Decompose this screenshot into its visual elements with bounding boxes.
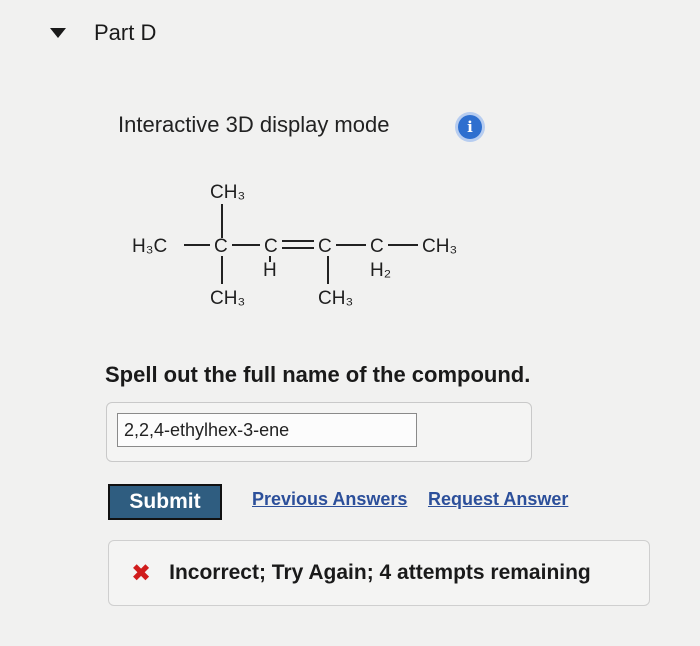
c3-label: C: [264, 236, 278, 257]
display-mode-row: Interactive 3D display mode: [118, 112, 389, 138]
c5-label: C: [370, 236, 384, 257]
previous-answers-link[interactable]: Previous Answers: [252, 489, 407, 510]
submit-button[interactable]: Submit: [108, 484, 222, 520]
bottom-ch3-c2: CH₃: [210, 288, 245, 309]
bottom-ch3-c4: CH₃: [318, 288, 353, 309]
x-icon: ✖: [131, 559, 152, 587]
answer-input[interactable]: [117, 413, 417, 447]
feedback-box: ✖ Incorrect; Try Again; 4 attempts remai…: [108, 540, 650, 606]
end-ch3: CH₃: [422, 236, 457, 257]
feedback-text: Incorrect; Try Again; 4 attempts remaini…: [169, 561, 591, 584]
display-mode-label: Interactive 3D display mode: [118, 112, 390, 137]
answer-container: [106, 402, 532, 462]
collapse-caret-icon[interactable]: [50, 28, 66, 38]
h3c-label: H₃C: [132, 236, 167, 257]
c3-h-label: H: [263, 260, 277, 281]
info-icon[interactable]: i: [458, 115, 482, 139]
request-answer-link[interactable]: Request Answer: [428, 489, 568, 510]
part-title: Part D: [94, 20, 157, 45]
c4-label: C: [318, 236, 332, 257]
c2-label: C: [214, 236, 228, 257]
part-header[interactable]: Part D: [50, 18, 156, 48]
c5-h2-label: H₂: [370, 260, 391, 281]
structural-formula: CH₃ H₃C C C H C C H₂ CH₃ CH₃ CH₃: [132, 182, 457, 309]
question-text: Spell out the full name of the compound.: [105, 362, 531, 387]
top-ch3: CH₃: [210, 182, 245, 203]
